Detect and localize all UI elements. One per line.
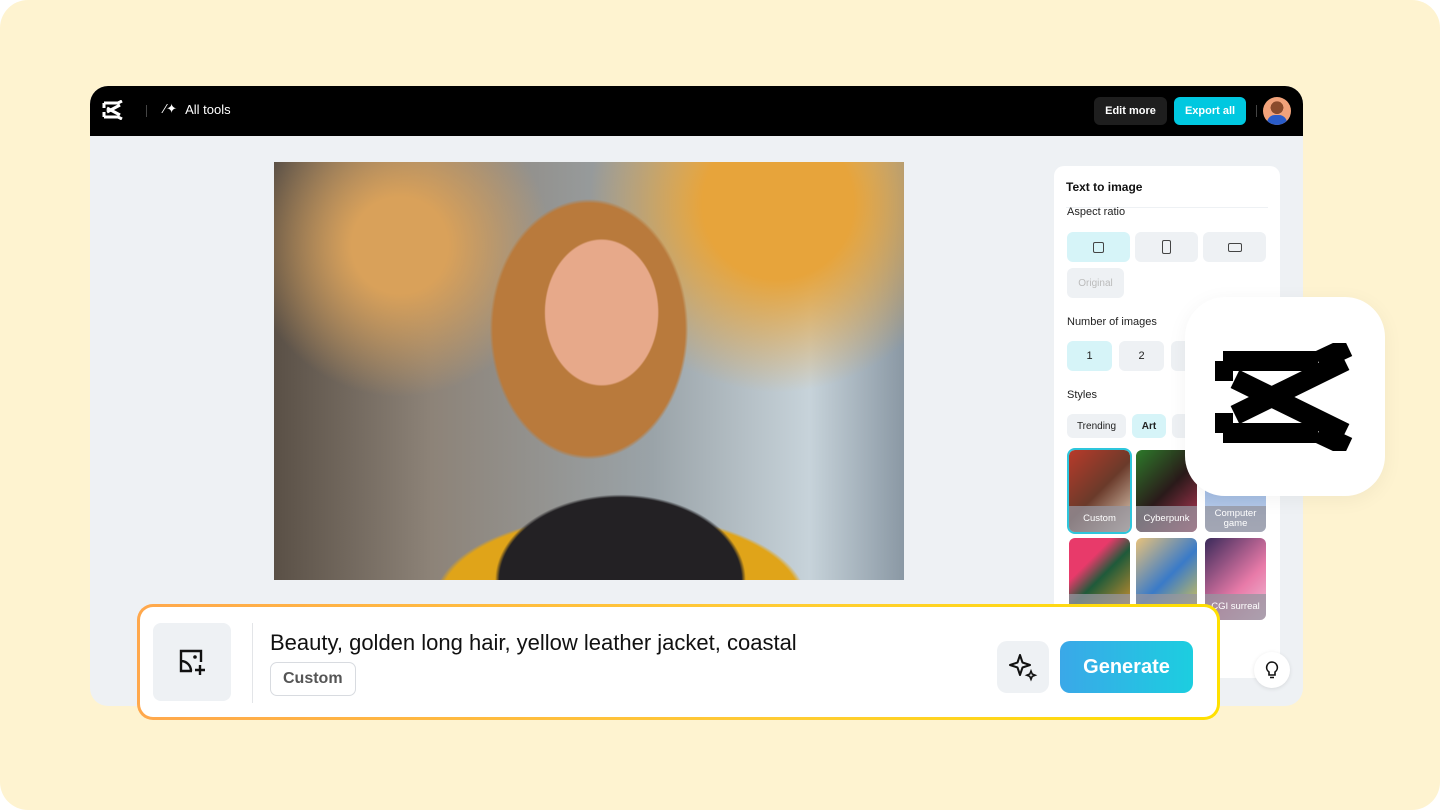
style-tab-trending[interactable]: Trending [1067, 414, 1126, 438]
divider [1256, 105, 1257, 117]
styles-label: Styles [1067, 389, 1097, 401]
style-tile-custom[interactable]: Custom [1067, 448, 1132, 534]
style-tag[interactable]: Custom [270, 662, 356, 696]
capcut-logo-tile [1185, 297, 1385, 496]
aspect-ratio-label: Aspect ratio [1067, 206, 1126, 218]
aspect-original-button[interactable]: Original [1067, 268, 1124, 298]
enhance-prompt-button[interactable] [997, 641, 1049, 693]
portrait-icon [1162, 240, 1171, 254]
divider [252, 623, 253, 703]
avatar[interactable] [1263, 97, 1291, 125]
landscape-icon [1227, 242, 1242, 252]
generate-button[interactable]: Generate [1060, 641, 1193, 693]
panel-title: Text to image [1066, 180, 1143, 194]
capcut-logo-icon[interactable] [102, 100, 124, 120]
style-tile-label: Cyberpunk [1136, 506, 1197, 532]
aspect-landscape-button[interactable] [1203, 232, 1266, 262]
add-image-icon [179, 649, 205, 675]
style-tab-art[interactable]: Art [1132, 414, 1166, 438]
magic-wand-icon: ⁄✦ [164, 101, 178, 116]
style-tile-label: Custom [1069, 506, 1130, 532]
export-all-button[interactable]: Export all [1174, 97, 1246, 125]
edit-more-button[interactable]: Edit more [1094, 97, 1167, 125]
tips-button[interactable] [1254, 652, 1290, 688]
num-images-2[interactable]: 2 [1119, 341, 1164, 371]
num-images-1[interactable]: 1 [1067, 341, 1112, 371]
add-reference-image-button[interactable] [153, 623, 231, 701]
lightbulb-icon [1265, 661, 1279, 679]
square-icon [1093, 241, 1104, 253]
sparkle-icon [1009, 654, 1038, 682]
aspect-square-button[interactable] [1067, 232, 1130, 262]
generated-image [274, 162, 904, 580]
capcut-logo-icon [1215, 342, 1353, 451]
top-bar: ⁄✦ All tools Edit more Export all [90, 86, 1303, 136]
prompt-bar: Beauty, golden long hair, yellow leather… [137, 604, 1220, 720]
all-tools-label: All tools [185, 101, 231, 117]
number-of-images-label: Number of images [1067, 316, 1157, 328]
style-tile-label: Computer game [1205, 506, 1266, 532]
aspect-portrait-button[interactable] [1135, 232, 1198, 262]
divider [146, 105, 147, 117]
all-tools-button[interactable]: ⁄✦ All tools [164, 101, 231, 117]
prompt-input[interactable]: Beauty, golden long hair, yellow leather… [270, 630, 797, 656]
